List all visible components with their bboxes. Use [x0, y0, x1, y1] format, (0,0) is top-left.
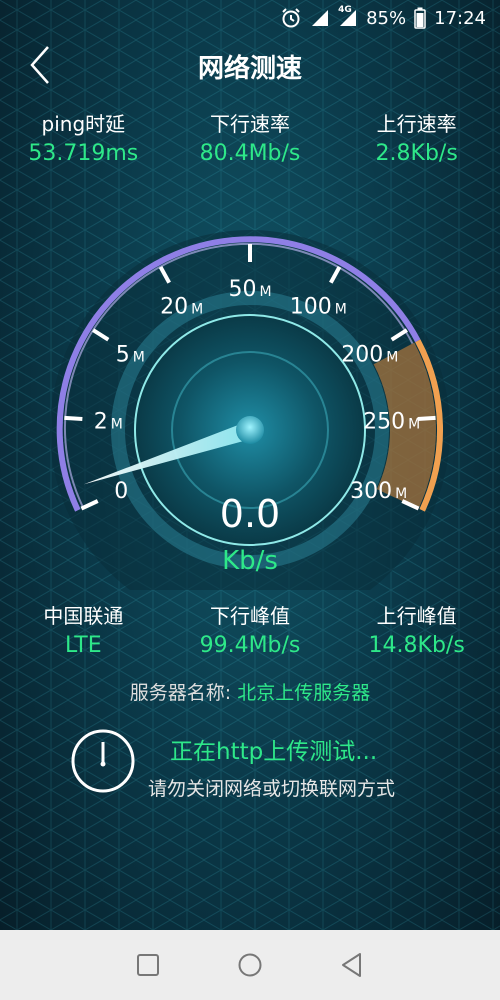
signal-4g-icon: 4G — [338, 5, 358, 28]
stat-carrier: 中国联通 LTE — [0, 600, 167, 658]
server-label: 服务器名称: — [129, 682, 232, 704]
gauge-tick-value: 250 — [363, 410, 405, 435]
stat-label: 下行峰值 — [210, 604, 290, 628]
stat-value: 53.719ms — [28, 141, 139, 166]
status-bar: 4G 85% 17:24 — [0, 0, 500, 36]
stat-label: 下行速率 — [210, 112, 290, 136]
page-title: 网络测速 — [197, 54, 302, 84]
back-icon — [342, 953, 361, 977]
gauge-tick-unit: M — [133, 350, 145, 366]
status-sub-text: 请勿关闭网络或切换联网方式 — [148, 778, 396, 800]
nav-back-button[interactable] — [338, 951, 366, 979]
battery-icon — [414, 7, 426, 29]
gauge-tick-value: 100 — [290, 295, 332, 320]
gauge-hub — [236, 416, 264, 444]
stat-ping: ping时延 53.719ms — [0, 108, 167, 166]
stat-value: LTE — [65, 633, 102, 658]
home-button[interactable] — [236, 951, 264, 979]
recent-apps-button[interactable] — [134, 951, 162, 979]
server-name: 北京上传服务器 — [237, 682, 371, 704]
gauge-tick-value: 2 — [94, 410, 108, 435]
server-info: 服务器名称: 北京上传服务器 — [0, 678, 500, 705]
status-main-text: 正在http上传测试... — [170, 739, 378, 765]
gauge-tick-unit: M — [335, 302, 347, 318]
network-type: 4G — [338, 5, 352, 15]
stat-label: 中国联通 — [43, 604, 124, 628]
gauge-tick — [64, 415, 83, 422]
recent-apps-icon — [137, 954, 159, 976]
stat-value: 14.8Kb/s — [368, 633, 465, 658]
clock-icon — [71, 729, 135, 793]
gauge-tick-unit: M — [191, 302, 203, 318]
stat-value: 2.8Kb/s — [375, 141, 458, 166]
app-header: 网络测速 — [0, 36, 500, 96]
gauge-tick-value: 200 — [341, 343, 383, 368]
gauge-tick-value: 50 — [228, 277, 256, 302]
stat-label: 上行速率 — [376, 112, 457, 136]
gauge-tick-unit: M — [386, 350, 398, 366]
stat-value: 99.4Mb/s — [199, 633, 301, 658]
gauge-tick — [417, 415, 436, 422]
gauge-tick-unit: M — [111, 417, 123, 433]
stat-upload-rate: 上行速率 2.8Kb/s — [333, 108, 500, 166]
top-stats: ping时延 53.719ms 下行速率 80.4Mb/s 上行速率 2.8Kb… — [0, 108, 500, 166]
stat-value: 80.4Mb/s — [199, 141, 301, 166]
stat-label: ping时延 — [41, 112, 126, 136]
stat-download-rate: 下行速率 80.4Mb/s — [167, 108, 334, 166]
alarm-icon — [280, 7, 302, 29]
gauge-tick-value: 5 — [116, 343, 130, 368]
test-status: 正在http上传测试... 请勿关闭网络或切换联网方式 — [70, 728, 450, 800]
android-nav-bar — [0, 930, 500, 1000]
stat-download-peak: 下行峰值 99.4Mb/s — [167, 600, 334, 658]
clock-time: 17:24 — [434, 7, 486, 29]
gauge-tick-value: 20 — [160, 295, 188, 320]
home-icon — [238, 953, 262, 977]
stat-label: 上行峰值 — [376, 604, 457, 628]
gauge-tick-unit: M — [259, 284, 271, 300]
speed-readout-unit: Kb/s — [222, 546, 278, 576]
signal-icon — [310, 8, 330, 28]
gauge-tick-unit: M — [408, 417, 420, 433]
speed-readout-value: 0.0 — [219, 492, 281, 536]
battery-percent: 85% — [366, 7, 407, 29]
bottom-stats: 中国联通 LTE 下行峰值 99.4Mb/s 上行峰值 14.8Kb/s — [0, 600, 500, 658]
stat-upload-peak: 上行峰值 14.8Kb/s — [333, 600, 500, 658]
